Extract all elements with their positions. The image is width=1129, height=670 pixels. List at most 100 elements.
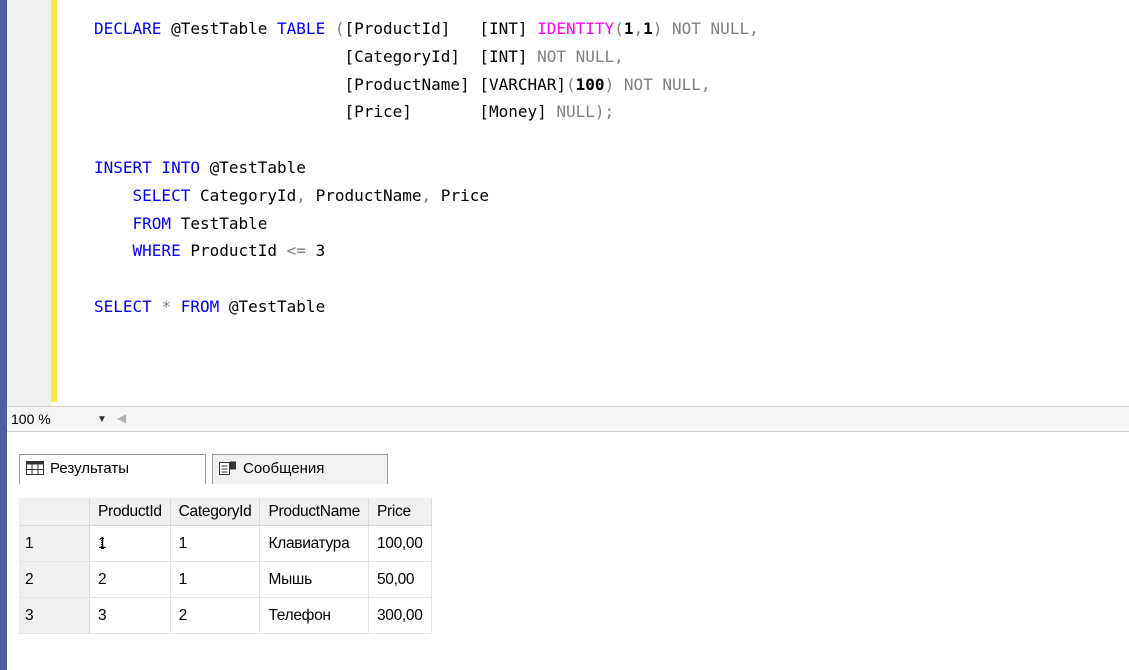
column-header-price[interactable]: Price [368, 498, 432, 526]
code-token: @TestTable [161, 19, 278, 38]
code-token: * [151, 296, 181, 316]
change-indicator-bar [51, 0, 57, 402]
table-row[interactable]: 3 3 2 Телефон 300,00 [19, 597, 432, 634]
code-token: 1 [643, 19, 653, 38]
table-cell[interactable]: Клавиатура [259, 525, 369, 562]
table-cell[interactable]: 3 [89, 597, 171, 634]
code-token: 100 [575, 74, 605, 94]
table-cell[interactable]: 2 [89, 561, 171, 598]
zoom-dropdown-icon[interactable]: ▼ [97, 414, 107, 425]
table-cell[interactable]: 100,00 [368, 525, 432, 562]
table-cell[interactable]: 300,00 [368, 597, 432, 634]
code-token: FROM [132, 213, 172, 233]
code-line[interactable]: DECLARE @TestTable TABLE ([ProductId] [I… [94, 15, 759, 43]
grid-corner[interactable] [19, 498, 90, 526]
code-line[interactable]: SELECT * FROM @TestTable [94, 293, 759, 321]
code-token: , [296, 185, 306, 205]
table-cell[interactable]: 50,00 [368, 561, 432, 598]
code-token: ( [566, 74, 576, 94]
code-line[interactable] [94, 126, 759, 154]
code-token: FROM [180, 296, 220, 316]
table-cell[interactable]: Телефон [259, 597, 369, 634]
table-cell[interactable]: 1 [89, 525, 171, 562]
column-header-productname[interactable]: ProductName [259, 498, 369, 526]
code-token: @TestTable [199, 157, 306, 177]
code-token: ) [604, 74, 624, 94]
code-line[interactable] [94, 265, 759, 293]
zoom-bar: 100 % ▼ ◀ [7, 406, 1129, 432]
code-line[interactable]: WHERE ProductId <= 3 [94, 237, 759, 265]
code-token: WHERE [132, 241, 181, 261]
code-token: NOT NULL [672, 19, 750, 38]
code-token: [ProductName] [VARCHAR] [344, 74, 567, 94]
code-token: , [749, 19, 759, 38]
code-token: ( [325, 19, 345, 38]
table-row[interactable]: 2 2 1 Мышь 50,00 [19, 561, 432, 598]
code-token: NULL [556, 102, 595, 122]
code-token: ) [652, 19, 673, 38]
scroll-left-icon[interactable]: ◀ [117, 411, 126, 425]
code-token: [CategoryId] [INT] [344, 46, 538, 66]
selected-cell-value: 1 [98, 534, 107, 552]
code-token: , [421, 185, 432, 205]
code-token: , [614, 46, 624, 66]
code-line[interactable]: [Price] [Money] NULL); [94, 98, 759, 126]
results-grid[interactable]: ProductId CategoryId ProductName Price 1… [19, 498, 432, 634]
table-cell[interactable]: 1 [170, 561, 261, 598]
code-token: ProductId [180, 241, 287, 261]
code-token: TestTable [171, 213, 268, 233]
editor-margin [7, 0, 51, 406]
table-cell[interactable]: Мышь [259, 561, 369, 598]
table-row[interactable]: 1 1 1 Клавиатура 100,00 [19, 525, 432, 562]
code-token: ( [614, 19, 624, 38]
row-number[interactable]: 1 [19, 525, 90, 562]
tab-messages[interactable]: Сообщения [212, 454, 388, 484]
code-token: SELECT [132, 185, 191, 205]
grid-header-row: ProductId CategoryId ProductName Price [19, 498, 432, 526]
row-number[interactable]: 2 [19, 561, 90, 598]
code-token: INSERT INTO [94, 157, 200, 177]
code-token: IDENTITY [537, 19, 615, 38]
code-token: SELECT [94, 296, 152, 316]
code-token: @TestTable [219, 296, 326, 316]
zoom-level[interactable]: 100 % [11, 411, 51, 427]
table-cell[interactable]: 1 [170, 525, 261, 562]
code-token: 3 [305, 241, 326, 261]
code-token: , [700, 74, 711, 94]
sql-code[interactable]: DECLARE @TestTable TABLE ([ProductId] [I… [94, 15, 759, 321]
code-token: , [633, 19, 644, 38]
code-token: Price [431, 185, 489, 205]
code-line[interactable]: INSERT INTO @TestTable [94, 154, 759, 182]
code-token: <= [286, 241, 306, 261]
query-editor[interactable]: DECLARE @TestTable TABLE ([ProductId] [I… [0, 0, 1129, 406]
messages-icon [219, 461, 236, 475]
table-cell[interactable]: 2 [170, 597, 261, 634]
tab-results[interactable]: Результаты [19, 454, 206, 484]
code-line[interactable]: FROM TestTable [94, 210, 759, 238]
code-token: TABLE [277, 19, 326, 38]
code-token: DECLARE [94, 19, 162, 38]
grid-icon [26, 461, 44, 475]
code-line[interactable]: SELECT CategoryId, ProductName, Price [94, 182, 759, 210]
code-token: ); [594, 102, 615, 122]
code-token: NOT NULL [537, 46, 615, 66]
code-token: [Price] [Money] [344, 102, 557, 122]
code-token: NOT NULL [623, 74, 701, 94]
tab-results-label: Результаты [50, 460, 129, 477]
tab-messages-label: Сообщения [243, 460, 325, 477]
code-line[interactable]: [ProductName] [VARCHAR](100) NOT NULL, [94, 71, 759, 99]
results-pane: Результаты Сообщения ProductId CategoryI… [7, 432, 1129, 670]
code-token: [ProductId] [INT] [344, 19, 538, 38]
code-line[interactable]: [CategoryId] [INT] NOT NULL, [94, 43, 759, 71]
code-token: CategoryId [190, 185, 297, 205]
row-number[interactable]: 3 [19, 597, 90, 634]
column-header-productid[interactable]: ProductId [89, 498, 171, 526]
code-token: ProductName [305, 185, 422, 205]
column-header-categoryid[interactable]: CategoryId [170, 498, 261, 526]
